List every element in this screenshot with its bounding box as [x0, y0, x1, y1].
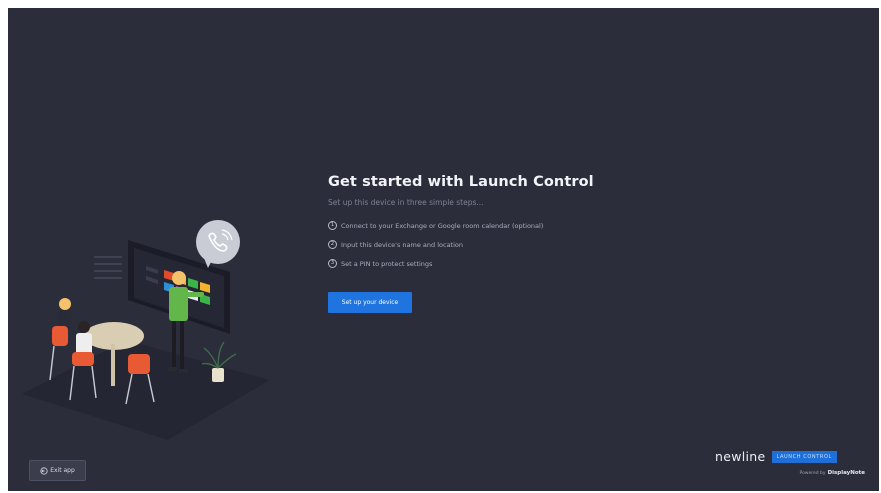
call-bubble — [196, 220, 240, 268]
setup-step-1: 1 Connect to your Exchange or Google roo… — [328, 221, 658, 230]
setup-step-text: Connect to your Exchange or Google room … — [341, 221, 544, 230]
setup-step-text: Input this device's name and location — [341, 240, 463, 249]
set-up-device-button[interactable]: Set up your device — [328, 292, 412, 313]
powered-by-brand: DisplayNote — [827, 470, 865, 476]
setup-step-2: 2 Input this device's name and location — [328, 240, 658, 249]
numbered-circle-icon: 2 — [328, 240, 337, 249]
setup-step-text: Set a PIN to protect settings — [341, 259, 433, 268]
powered-by: Powered by DisplayNote — [715, 470, 865, 476]
page-title: Get started with Launch Control — [328, 174, 594, 190]
numbered-circle-icon: 1 — [328, 221, 337, 230]
launch-control-screen: Get started with Launch Control Set up t… — [8, 8, 879, 491]
powered-by-label: Powered by — [799, 471, 826, 476]
page-subtitle: Set up this device in three simple steps… — [328, 198, 484, 207]
setup-steps: 1 Connect to your Exchange or Google roo… — [328, 221, 658, 268]
numbered-circle-icon: 3 — [328, 259, 337, 268]
setup-step-3: 3 Set a PIN to protect settings — [328, 259, 658, 268]
product-badge: LAUNCH CONTROL — [771, 450, 837, 463]
exit-app-label: Exit app — [50, 467, 75, 474]
motion-lines — [94, 256, 122, 279]
brand-logo: newline LAUNCH CONTROL Powered by Display… — [715, 449, 865, 485]
brand-name: newline — [715, 449, 766, 464]
exit-icon — [40, 466, 48, 475]
exit-app-button[interactable]: Exit app — [29, 460, 86, 481]
setup-panel: Get started with Launch Control Set up t… — [328, 174, 658, 313]
